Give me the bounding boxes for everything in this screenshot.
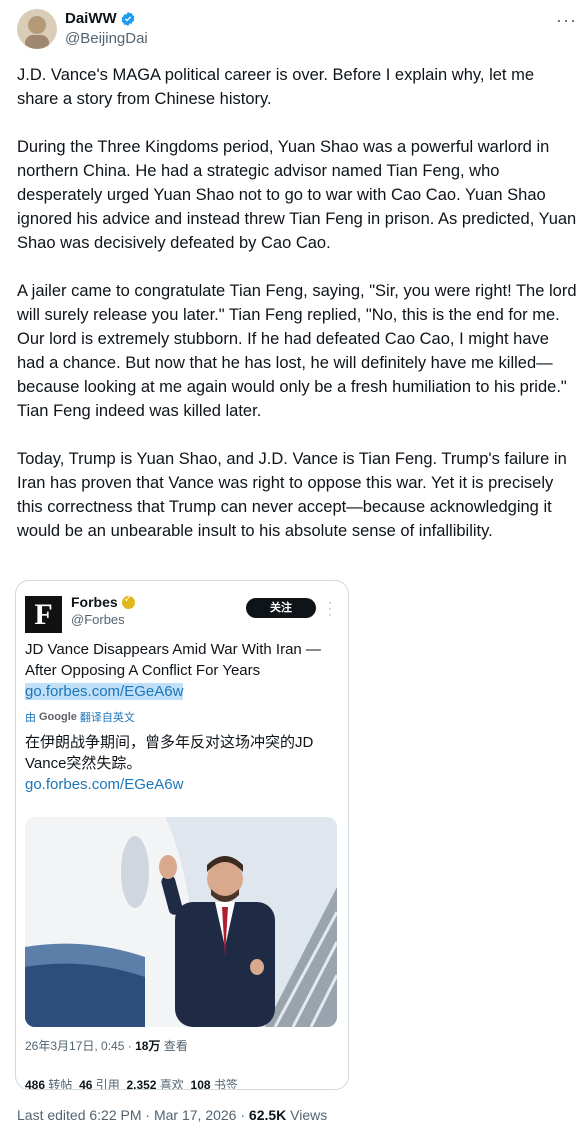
google-brand: Google: [39, 711, 77, 723]
quoted-stats: 486 转帖 46 引用 2,352 喜欢 108 书签: [25, 1076, 238, 1090]
quote-label: 引用: [95, 1078, 120, 1090]
display-name[interactable]: DaiWW: [65, 9, 117, 29]
quoted-headline: JD Vance Disappears Amid War With Iran —…: [25, 641, 321, 679]
author-info: DaiWW @BeijingDai: [65, 9, 148, 49]
quoted-views-label: 查看: [163, 1039, 188, 1053]
quote-count[interactable]: 46: [79, 1078, 92, 1089]
tweet-text: J.D. Vance's MAGA political career is ov…: [17, 66, 577, 540]
translated-link[interactable]: go.forbes.com/EGeA6w: [25, 776, 183, 793]
retweet-label: 转帖: [48, 1078, 73, 1090]
retweet-count[interactable]: 486: [25, 1078, 45, 1089]
translate-prefix: 由: [25, 712, 36, 724]
translate-suffix: 翻译自英文: [79, 712, 135, 724]
views-label: Views: [290, 1107, 328, 1123]
quoted-author-name[interactable]: Forbes: [71, 594, 135, 610]
translated-text: 在伊朗战争期间，曾多年反对这场冲突的JD Vance突然失踪。: [25, 734, 314, 772]
news-photo[interactable]: [25, 817, 337, 1027]
more-vertical-icon[interactable]: · · ·: [327, 596, 333, 620]
views-count: 62.5K: [248, 1107, 287, 1123]
avatar[interactable]: [17, 9, 57, 49]
quoted-tweet[interactable]: F Forbes @Forbes 关注 ··· JD Vance Disappe…: [15, 580, 349, 1090]
quoted-meta: 26年3月17日, 0:45 · 18万 查看: [25, 1037, 188, 1054]
quoted-display-name: Forbes: [71, 594, 118, 610]
tweet-footer: Last edited 6:22 PM · Mar 17, 2026 · 62.…: [17, 1107, 327, 1123]
verified-badge-icon: [120, 11, 136, 27]
translation-attribution[interactable]: 由 Google 翻译自英文: [25, 709, 135, 725]
tweet-header: DaiWW @BeijingDai: [17, 8, 148, 50]
like-count[interactable]: 2,352: [126, 1078, 156, 1089]
bookmark-count[interactable]: 108: [191, 1078, 211, 1089]
quoted-timestamp[interactable]: 26年3月17日, 0:45 ·: [25, 1039, 132, 1053]
follow-button[interactable]: 关注: [246, 598, 316, 618]
author-handle[interactable]: @BeijingDai: [65, 29, 148, 49]
bookmark-label: 书签: [213, 1078, 238, 1090]
forbes-logo: F: [25, 596, 62, 633]
quoted-views-count: 18万: [135, 1039, 161, 1053]
quoted-link[interactable]: go.forbes.com/EGeA6w: [25, 683, 184, 700]
more-options-icon[interactable]: ···: [556, 10, 577, 31]
edited-label[interactable]: Last edited 6:22 PM · Mar 17, 2026 ·: [17, 1107, 245, 1123]
quoted-author-handle[interactable]: @Forbes: [71, 612, 125, 627]
gold-verified-icon: [121, 594, 135, 609]
like-label: 喜欢: [159, 1078, 184, 1090]
quoted-headline-block: JD Vance Disappears Amid War With Iran —…: [25, 639, 340, 702]
translated-block: 在伊朗战争期间，曾多年反对这场冲突的JD Vance突然失踪。 go.forbe…: [25, 732, 340, 795]
